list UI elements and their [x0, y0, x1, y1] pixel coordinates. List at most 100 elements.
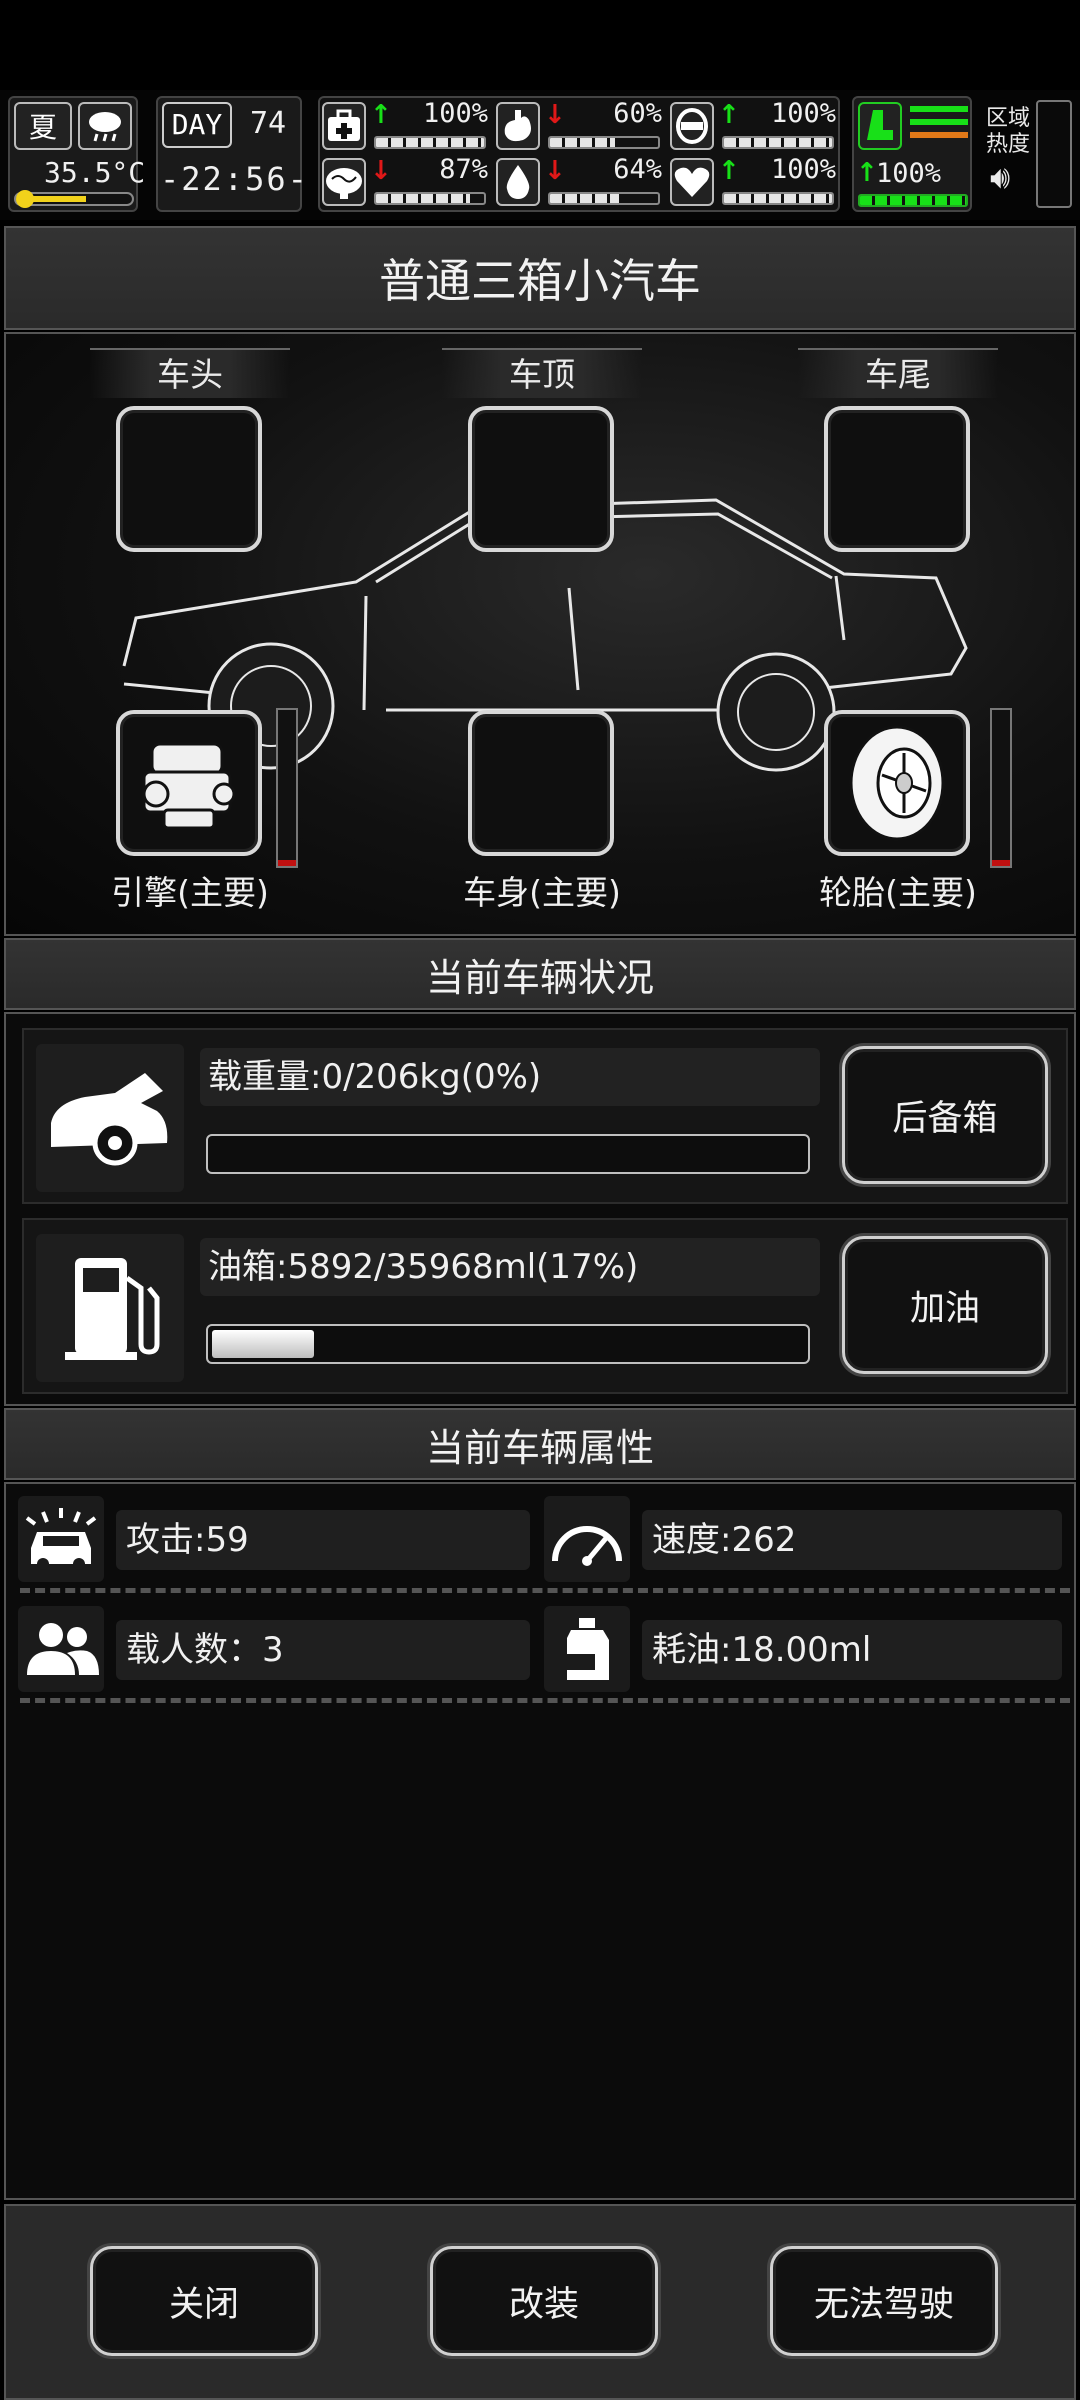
vehicle-parts-panel: 车头 车顶 车尾 引擎(主要) 车身(主要) 轮胎(主要) — [4, 332, 1076, 936]
stat-cell: ↑ 100% — [322, 98, 494, 154]
rain-cloud-icon — [78, 102, 132, 150]
stat-trend-icon: ↓ — [370, 156, 392, 186]
medkit-icon — [322, 102, 366, 150]
engine-icon — [142, 742, 236, 830]
divider — [20, 1698, 1070, 1703]
stamina-bars-icon — [910, 106, 968, 138]
heart-icon — [670, 158, 714, 206]
close-button[interactable]: 关闭 — [90, 2246, 318, 2356]
slot-head[interactable] — [116, 406, 262, 552]
fuel-tank-bar — [206, 1324, 810, 1364]
vehicle-title-bar: 普通三箱小汽车 — [4, 226, 1076, 330]
season-icon: 夏 — [14, 102, 72, 150]
slot-engine-label: 引擎(主要) — [111, 873, 269, 912]
stat-value: 100% — [770, 98, 836, 129]
passenger-capacity-stat: 载人数：3 — [116, 1620, 530, 1680]
stat-trend-icon: ↑ — [718, 156, 740, 186]
slot-roof-label: 车顶 — [442, 348, 642, 398]
stamina-bar — [858, 194, 968, 207]
drive-button[interactable]: 无法驾驶 — [770, 2246, 998, 2356]
stat-bar — [548, 192, 660, 205]
slot-engine[interactable] — [116, 710, 262, 856]
clock-readout: -22:56- — [160, 160, 309, 198]
stat-trend-icon: ↓ — [544, 100, 566, 130]
refuel-button[interactable]: 加油 — [842, 1236, 1048, 1374]
trunk-button[interactable]: 后备箱 — [842, 1046, 1048, 1184]
speedometer-icon — [544, 1496, 630, 1582]
slot-body-label: 车身(主要) — [463, 873, 621, 912]
survival-stats-panel: ↑ 100% ↓ 60% ↑ 100% ↓ 87% ↓ 64% ↑ 100% — [318, 96, 840, 212]
attributes-title: 当前车辆属性 — [425, 1425, 654, 1470]
load-row: 载重量:0/206kg(0%) 后备箱 — [22, 1028, 1068, 1204]
tire-icon — [849, 725, 945, 841]
boot-icon — [858, 102, 902, 150]
load-capacity-bar — [206, 1134, 810, 1174]
footer-bar: 关闭 改装 无法驾驶 — [4, 2204, 1076, 2400]
stat-value: 60% — [613, 98, 662, 129]
helmet-icon — [670, 102, 714, 150]
speaker-icon[interactable]: 🔊︎ — [990, 158, 1010, 197]
stat-trend-icon: ↓ — [544, 156, 566, 186]
car-attack-icon — [18, 1496, 104, 1582]
stat-bar — [548, 136, 660, 149]
stamina-panel: ↑ 100% — [852, 96, 972, 212]
zone-heat-meter — [1036, 100, 1072, 208]
stat-value: 100% — [422, 98, 488, 129]
stat-value: 100% — [770, 154, 836, 185]
zone-label-line2: 热度 — [986, 132, 1031, 157]
engine-durability-gauge — [276, 708, 298, 868]
zone-heat-panel[interactable]: 区域 热度 🔊︎ — [982, 100, 1074, 210]
attributes-panel: 攻击:59 速度:262 载人数：3 耗油:18.00ml — [4, 1482, 1076, 2200]
stat-trend-icon: ↑ — [718, 100, 740, 130]
fuel-row: 油箱:5892/35968ml(17%) 加油 — [22, 1218, 1068, 1394]
slot-tail[interactable] — [824, 406, 970, 552]
water-drop-icon — [496, 158, 540, 206]
slot-roof[interactable] — [468, 406, 614, 552]
stat-bar — [722, 192, 834, 205]
stat-bar — [722, 136, 834, 149]
condition-title-bar: 当前车辆状况 — [4, 938, 1076, 1010]
fuel-pump-icon — [36, 1234, 184, 1382]
stat-bar — [374, 192, 486, 205]
condition-title: 当前车辆状况 — [425, 955, 654, 1000]
stat-cell: ↑ 100% — [670, 98, 842, 154]
day-label: DAY — [162, 102, 232, 148]
stat-cell: ↓ 64% — [496, 154, 668, 210]
stat-value: 87% — [439, 154, 488, 185]
day-number: 74 — [250, 106, 287, 141]
load-capacity-text: 载重量:0/206kg(0%) — [200, 1048, 820, 1106]
slot-head-label: 车头 — [90, 348, 290, 398]
thermometer-icon — [14, 190, 134, 208]
stamina-value: 100% — [876, 158, 942, 189]
season-label: 夏 — [28, 111, 57, 144]
modify-button[interactable]: 改装 — [430, 2246, 658, 2356]
stomach-icon — [496, 102, 540, 150]
fuel-can-icon — [544, 1606, 630, 1692]
day-clock-panel: DAY 74 -22:56- — [156, 96, 307, 212]
slot-tire[interactable] — [824, 710, 970, 856]
tire-durability-gauge — [990, 708, 1012, 868]
stat-cell: ↓ 60% — [496, 98, 668, 154]
stat-cell: ↓ 87% — [322, 154, 494, 210]
brain-icon — [322, 158, 366, 206]
speed-stat: 速度:262 — [642, 1510, 1062, 1570]
stat-cell: ↑ 100% — [670, 154, 842, 210]
vehicle-name: 普通三箱小汽车 — [379, 254, 701, 308]
attack-stat: 攻击:59 — [116, 1510, 530, 1570]
slot-tail-label: 车尾 — [798, 348, 998, 398]
slot-body[interactable] — [468, 710, 614, 856]
stat-value: 64% — [613, 154, 662, 185]
stamina-up-icon: ↑ — [856, 158, 878, 188]
condition-panel: 载重量:0/206kg(0%) 后备箱 油箱:5892/35968ml(17%)… — [4, 1012, 1076, 1406]
fuel-tank-text: 油箱:5892/35968ml(17%) — [200, 1238, 820, 1296]
temperature-readout: 35.5°C — [44, 156, 146, 189]
attributes-title-bar: 当前车辆属性 — [4, 1408, 1076, 1480]
divider — [20, 1588, 1070, 1593]
passengers-icon — [18, 1606, 104, 1692]
slot-tire-label: 轮胎(主要) — [819, 873, 977, 912]
stat-trend-icon: ↑ — [370, 100, 392, 130]
car-trunk-icon — [36, 1044, 184, 1192]
stat-bar — [374, 136, 486, 149]
weather-panel: 夏 35.5°C — [8, 96, 145, 212]
fuel-consumption-stat: 耗油:18.00ml — [642, 1620, 1062, 1680]
